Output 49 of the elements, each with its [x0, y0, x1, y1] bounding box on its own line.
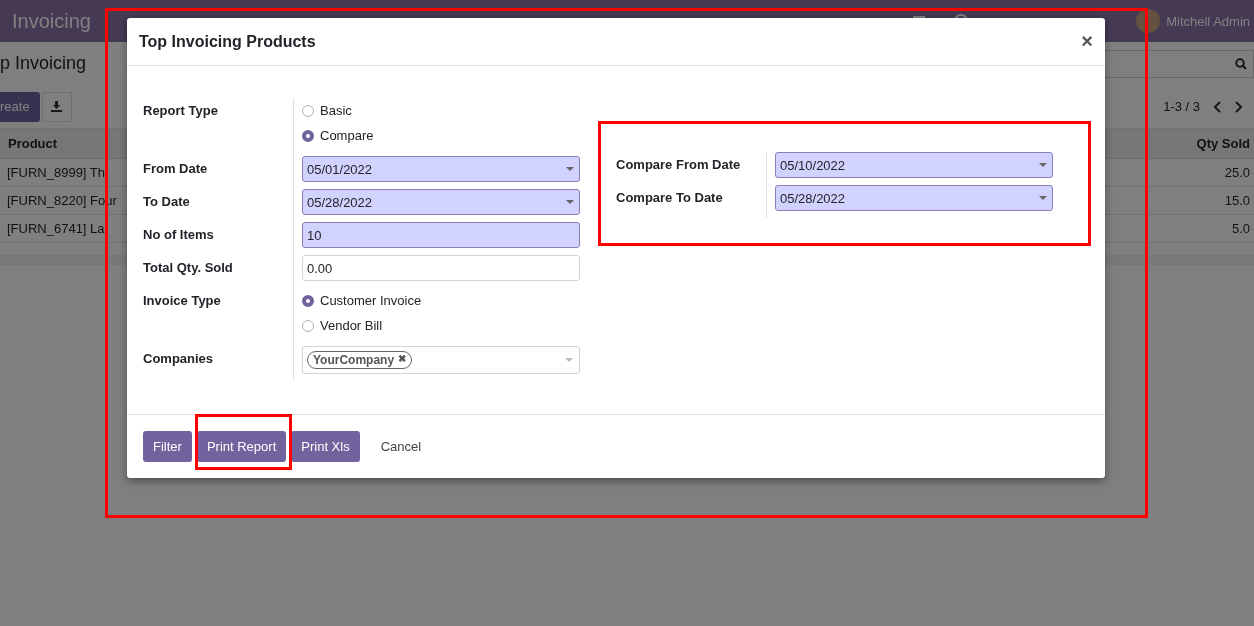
radio-option[interactable]: Basic [302, 98, 580, 123]
table-cell: 15.0 [1224, 193, 1250, 208]
download-button[interactable] [41, 91, 72, 122]
next-icon[interactable] [1234, 100, 1242, 113]
table-cell: [FURN_6741] La [7, 221, 105, 236]
column-header[interactable]: Product [8, 136, 58, 151]
radio-option[interactable]: Vendor Bill [302, 313, 580, 338]
radio-option[interactable]: Customer Invoice [302, 288, 580, 313]
field-label: Compare To Date [616, 189, 724, 207]
cancel-link[interactable]: Cancel [370, 431, 432, 462]
caret-icon [566, 167, 574, 171]
date-field[interactable]: 05/28/2022 [775, 185, 1053, 211]
radio-icon[interactable] [302, 129, 314, 142]
radio-option[interactable]: Compare [302, 123, 580, 148]
field-label: Compare From Date [616, 156, 742, 174]
date-field[interactable]: 05/28/2022 [302, 189, 580, 215]
date-field[interactable]: 05/10/2022 [775, 152, 1053, 178]
search-icon [1235, 57, 1247, 70]
action-button[interactable]: Print Report [196, 431, 287, 462]
field-label: Invoice Type [143, 292, 222, 310]
field-label: Companies [143, 350, 215, 368]
caret-icon [1039, 163, 1047, 167]
date-field[interactable]: 05/01/2022 [302, 156, 580, 182]
download-icon [51, 101, 63, 112]
table-cell: 25.0 [1224, 165, 1250, 180]
input-field[interactable]: 10 [302, 222, 580, 248]
previous-icon[interactable] [1214, 100, 1222, 113]
action-button[interactable]: Filter [143, 431, 192, 462]
caret-icon [1039, 196, 1047, 200]
field-label: Report Type [143, 102, 219, 120]
tags-field[interactable]: YourCompany ✖ [302, 346, 580, 374]
field-label: No of Items [143, 226, 215, 244]
input-field[interactable]: 0.00 [302, 255, 580, 281]
field-label: Total Qty. Sold [143, 259, 234, 277]
radio-icon[interactable] [302, 319, 314, 332]
field-label: To Date [143, 193, 191, 211]
radio-icon[interactable] [302, 104, 314, 117]
pager-value: 1-3 / 3 [1163, 99, 1200, 114]
breadcrumb: p Invoicing [0, 53, 87, 74]
column-header[interactable]: Qty Sold [1196, 136, 1250, 151]
table-cell: 5.0 [1231, 221, 1250, 236]
field-label: From Date [143, 160, 209, 178]
radio-icon[interactable] [302, 294, 314, 307]
close-button[interactable]: × [1081, 30, 1093, 53]
caret-icon [566, 200, 574, 204]
caret-icon [565, 358, 573, 362]
table-cell: [FURN_8999] Th [7, 165, 106, 180]
action-button[interactable]: Print Xls [291, 431, 360, 462]
dialog-title: Top Invoicing Products [139, 32, 316, 51]
